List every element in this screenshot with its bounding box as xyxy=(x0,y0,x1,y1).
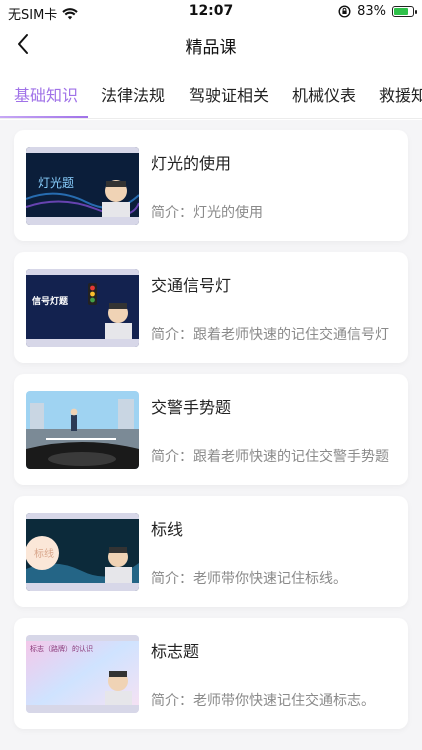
svg-text:信号灯题: 信号灯题 xyxy=(32,295,69,307)
tab-instruments[interactable]: 机械仪表 xyxy=(292,82,356,106)
battery-percent: 83% xyxy=(357,4,386,19)
course-thumbnail: 标线 xyxy=(26,513,139,591)
course-card[interactable]: 灯光题 灯光的使用 简介：灯光的使用 xyxy=(14,130,408,241)
course-title: 标志题 xyxy=(151,642,200,661)
description-text: 跟着老师快速的记住交通信号灯 xyxy=(193,327,389,343)
tab-basic-knowledge[interactable]: 基础知识 xyxy=(14,82,78,106)
course-title: 灯光的使用 xyxy=(151,154,232,173)
course-card[interactable]: 交警手势题 简介：跟着老师快速的记住交警手势题 xyxy=(14,374,408,485)
course-title: 交警手势题 xyxy=(151,398,232,417)
nav-bar: 精品课 xyxy=(0,24,422,64)
tabs-divider xyxy=(0,118,422,119)
course-description: 简介：老师带你快速记住交通标志。 xyxy=(151,690,401,710)
orientation-lock-icon xyxy=(338,5,351,18)
svg-text:灯光题: 灯光题 xyxy=(38,176,74,190)
course-description: 简介：跟着老师快速的记住交警手势题 xyxy=(151,446,401,466)
course-thumbnail: 灯光题 xyxy=(26,147,139,225)
battery-icon xyxy=(392,6,417,17)
description-text: 跟着老师快速的记住交警手势题 xyxy=(193,449,389,465)
course-description: 简介：灯光的使用 xyxy=(151,202,401,222)
course-thumbnail xyxy=(26,391,139,469)
course-description: 简介：老师带你快速记住标线。 xyxy=(151,568,401,588)
description-text: 灯光的使用 xyxy=(193,205,263,221)
page-title: 精品课 xyxy=(185,38,237,58)
description-prefix: 简介： xyxy=(151,327,193,343)
description-prefix: 简介： xyxy=(151,205,193,221)
course-card[interactable]: 信号灯题 交通信号灯 简介：跟着老师快速的记住交通信号灯 xyxy=(14,252,408,363)
description-prefix: 简介： xyxy=(151,693,193,709)
course-thumbnail: 信号灯题 xyxy=(26,269,139,347)
course-title: 交通信号灯 xyxy=(151,276,232,295)
status-bar: 无SIM卡 12:07 83% xyxy=(0,0,422,24)
description-text: 老师带你快速记住交通标志。 xyxy=(193,693,375,709)
status-right: 83% xyxy=(338,4,417,19)
course-description: 简介：跟着老师快速的记住交通信号灯 xyxy=(151,324,401,344)
tab-laws[interactable]: 法律法规 xyxy=(101,82,165,106)
category-tabs: 基础知识 法律法规 驾驶证相关 机械仪表 救援知 xyxy=(0,64,422,120)
battery-level xyxy=(394,8,408,15)
course-card[interactable]: 标线 标线 简介：老师带你快速记住标线。 xyxy=(14,496,408,607)
course-card[interactable]: 标志（路牌）的认识 标志题 简介：老师带你快速记住交通标志。 xyxy=(14,618,408,729)
svg-text:标线: 标线 xyxy=(34,547,54,560)
tab-rescue[interactable]: 救援知 xyxy=(379,82,422,106)
tab-license[interactable]: 驾驶证相关 xyxy=(189,82,269,106)
description-prefix: 简介： xyxy=(151,449,193,465)
course-title: 标线 xyxy=(151,520,184,539)
svg-text:标志（路牌）的认识: 标志（路牌）的认识 xyxy=(30,644,93,653)
description-text: 老师带你快速记住标线。 xyxy=(193,571,347,587)
description-prefix: 简介： xyxy=(151,571,193,587)
course-thumbnail: 标志（路牌）的认识 xyxy=(26,635,139,713)
